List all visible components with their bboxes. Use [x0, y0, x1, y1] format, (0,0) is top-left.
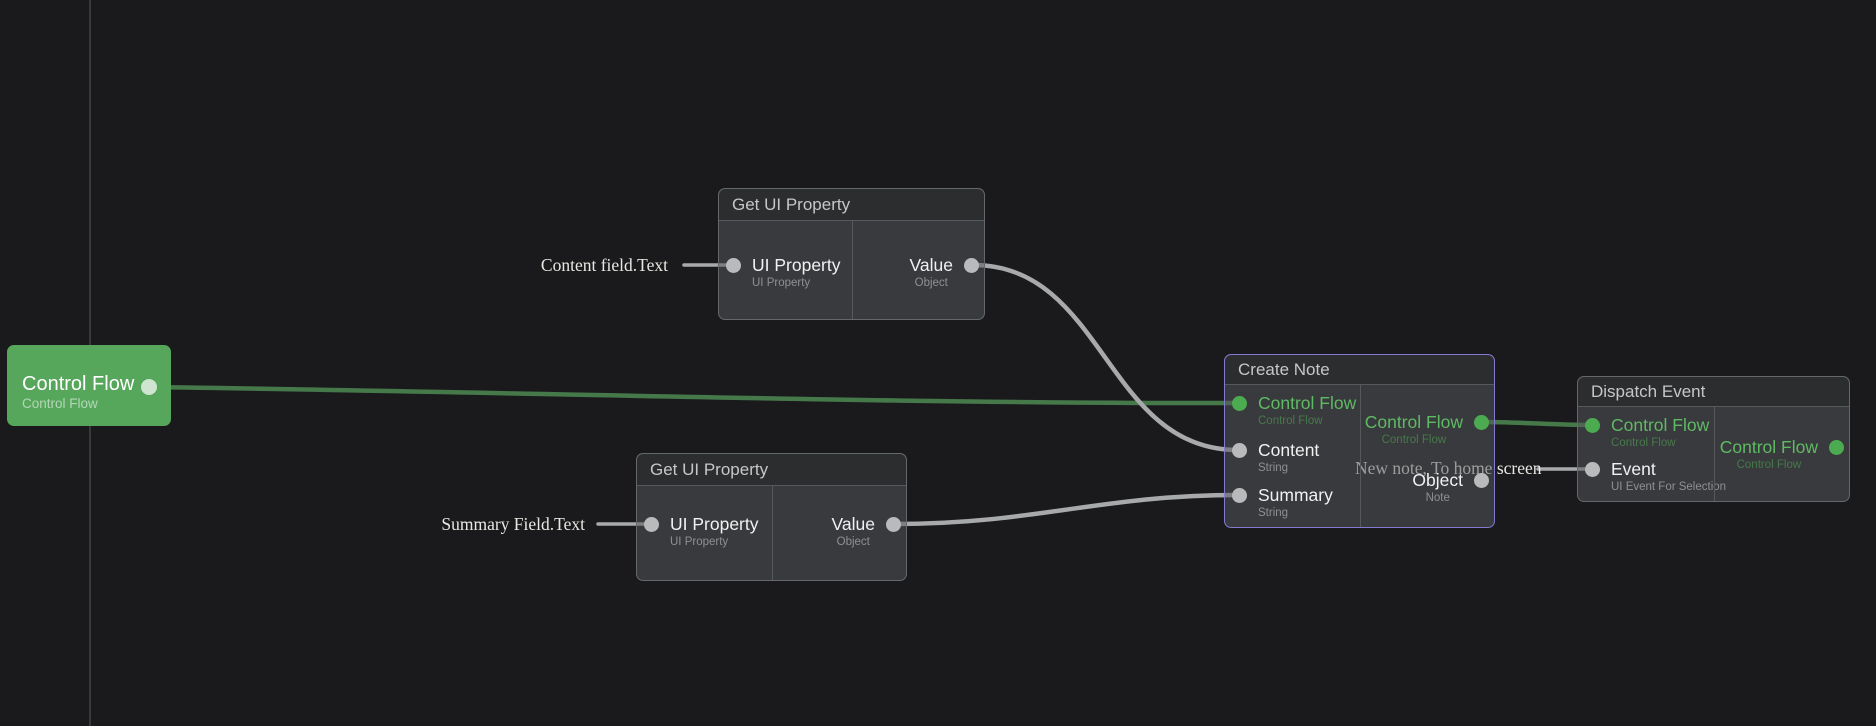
node-body: Control Flow Control Flow Content String… [1225, 385, 1494, 527]
input-row-ui-property: UI Property UI Property [637, 515, 772, 549]
output-port-value[interactable] [964, 258, 979, 273]
port-label: Control Flow [1611, 416, 1709, 435]
input-row-content: Content String [1225, 441, 1360, 475]
node-create-note[interactable]: Create Note Control Flow Control Flow Co… [1224, 354, 1495, 528]
port-label: Summary [1258, 486, 1333, 505]
start-node-title: Control Flow [22, 374, 134, 395]
port-type-label: Control Flow [1611, 436, 1676, 450]
output-row-value: Value Object [853, 256, 985, 290]
input-port-content[interactable] [1232, 443, 1247, 458]
start-node-subtitle: Control Flow [22, 395, 134, 412]
node-body: UI Property UI Property Value Object [637, 486, 906, 580]
wire-layer [0, 0, 1876, 726]
port-label: UI Property [752, 256, 841, 275]
wire-value-top-to-content[interactable] [973, 265, 1238, 450]
port-label: Control Flow [1258, 394, 1356, 413]
port-type-label: UI Property [670, 535, 728, 549]
output-row-object: Object Note [1361, 471, 1495, 505]
annotation-summary-field-text[interactable]: Summary Field.Text [417, 513, 585, 535]
port-type-label: Object [915, 276, 948, 290]
input-port-ui-property[interactable] [644, 517, 659, 532]
port-label: Content [1258, 441, 1319, 460]
input-row-ui-property: UI Property UI Property [719, 256, 852, 290]
input-row-summary: Summary String [1225, 486, 1360, 520]
output-port-control-flow[interactable] [1829, 440, 1844, 455]
node-graph-canvas[interactable]: { "colors": { "canvas_bg": "#1a1a1c", "a… [0, 0, 1876, 726]
port-label: Value [832, 515, 875, 534]
input-row-control-flow: Control Flow Control Flow [1225, 394, 1360, 428]
start-node-output-port[interactable] [141, 379, 157, 395]
input-row-control-flow: Control Flow Control Flow [1578, 416, 1714, 450]
node-header[interactable]: Get UI Property [637, 454, 906, 486]
input-port-summary[interactable] [1232, 488, 1247, 503]
output-row-control-flow: Control Flow Control Flow [1715, 438, 1850, 472]
node-body: UI Property UI Property Value Object [719, 221, 984, 319]
port-label: Control Flow [1720, 438, 1818, 457]
output-port-object[interactable] [1474, 473, 1489, 488]
output-row-control-flow: Control Flow Control Flow [1361, 413, 1495, 447]
port-label: Event [1611, 460, 1656, 479]
wire-value-bottom-to-summary[interactable] [895, 495, 1238, 524]
node-header[interactable]: Create Note [1225, 355, 1494, 385]
port-type-label: Note [1426, 491, 1450, 505]
input-row-event: Event UI Event For Selection [1578, 460, 1714, 494]
annotation-content-field-text[interactable]: Content field.Text [500, 254, 668, 276]
port-type-label: UI Event For Selection [1611, 480, 1726, 494]
input-port-event[interactable] [1585, 462, 1600, 477]
port-label: Control Flow [1365, 413, 1463, 432]
port-label: Value [910, 256, 953, 275]
port-label: UI Property [670, 515, 759, 534]
node-body: Control Flow Control Flow Event UI Event… [1578, 407, 1849, 501]
port-type-label: Control Flow [1382, 433, 1447, 447]
node-header[interactable]: Get UI Property [719, 189, 984, 221]
input-port-control-flow[interactable] [1585, 418, 1600, 433]
node-get-ui-property-top[interactable]: Get UI Property UI Property UI Property … [718, 188, 985, 320]
wire-create-note-to-dispatch-control-flow[interactable] [1483, 422, 1590, 425]
node-get-ui-property-bottom[interactable]: Get UI Property UI Property UI Property … [636, 453, 907, 581]
port-type-label: String [1258, 461, 1288, 475]
port-type-label: String [1258, 506, 1288, 520]
output-port-control-flow[interactable] [1474, 415, 1489, 430]
input-port-control-flow[interactable] [1232, 396, 1247, 411]
port-label: Object [1412, 471, 1463, 490]
wire-start-to-create-note-control-flow[interactable] [150, 387, 1238, 403]
node-control-flow-start[interactable]: Control Flow Control Flow [7, 345, 171, 426]
node-header[interactable]: Dispatch Event [1578, 377, 1849, 407]
port-type-label: Control Flow [1737, 458, 1802, 472]
port-type-label: UI Property [752, 276, 810, 290]
port-type-label: Control Flow [1258, 414, 1323, 428]
start-node-titles: Control Flow Control Flow [22, 374, 134, 412]
input-port-ui-property[interactable] [726, 258, 741, 273]
port-type-label: Object [837, 535, 870, 549]
output-row-value: Value Object [773, 515, 907, 549]
output-port-value[interactable] [886, 517, 901, 532]
node-dispatch-event[interactable]: Dispatch Event Control Flow Control Flow… [1577, 376, 1850, 502]
